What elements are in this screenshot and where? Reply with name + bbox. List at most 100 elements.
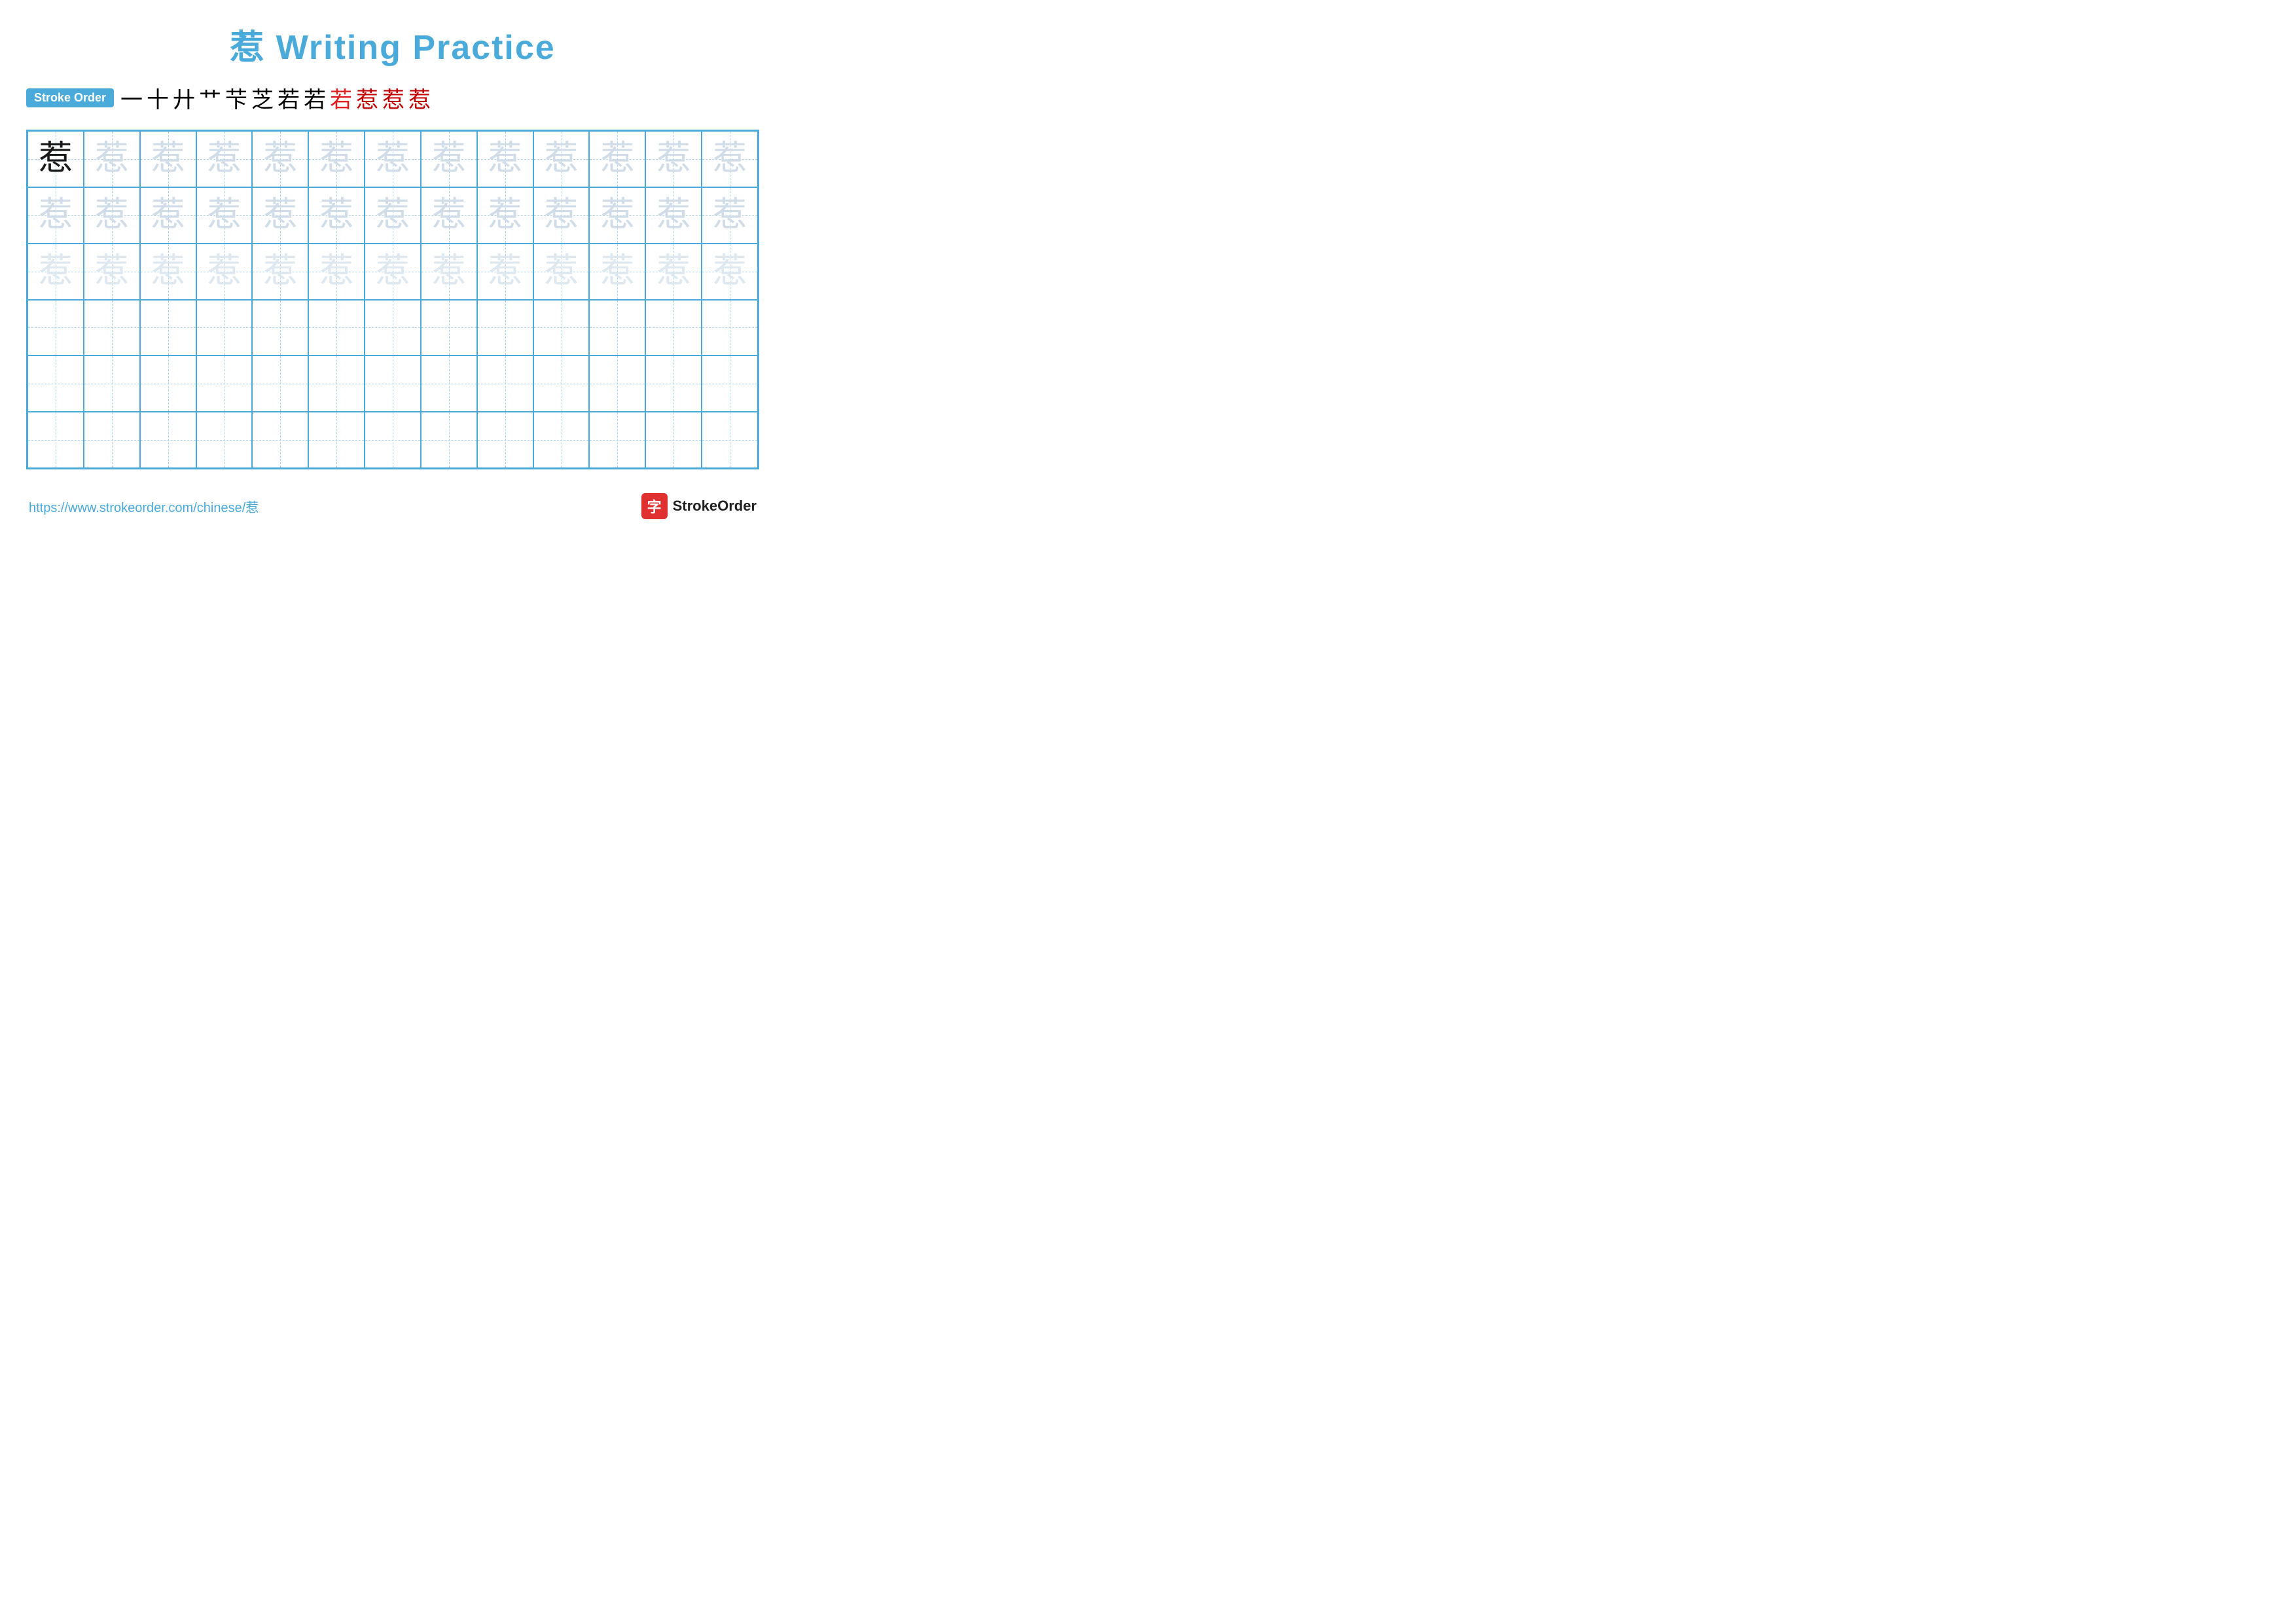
grid-cell[interactable]: 惹 (252, 244, 308, 300)
grid-cell[interactable]: 惹 (645, 131, 702, 187)
grid-cell[interactable] (84, 412, 140, 468)
grid-cell[interactable] (477, 300, 533, 356)
grid-cell[interactable]: 惹 (196, 131, 253, 187)
practice-char: 惹 (207, 142, 241, 176)
grid-cell[interactable] (27, 356, 84, 412)
grid-cell[interactable]: 惹 (702, 187, 758, 244)
grid-cell[interactable]: 惹 (533, 187, 590, 244)
grid-cell[interactable]: 惹 (589, 131, 645, 187)
grid-cell[interactable] (702, 300, 758, 356)
grid-cell[interactable]: 惹 (308, 131, 365, 187)
grid-cell[interactable]: 惹 (702, 244, 758, 300)
grid-cell[interactable]: 惹 (27, 131, 84, 187)
grid-cell[interactable] (645, 356, 702, 412)
grid-cell[interactable] (589, 300, 645, 356)
practice-char: 惹 (319, 198, 353, 232)
stroke-6: 芝 (251, 82, 274, 114)
grid-cell[interactable] (533, 412, 590, 468)
grid-cell[interactable] (421, 412, 477, 468)
grid-cell[interactable] (645, 412, 702, 468)
grid-cell[interactable]: 惹 (27, 187, 84, 244)
grid-cell[interactable]: 惹 (365, 131, 421, 187)
grid-cell[interactable] (365, 356, 421, 412)
practice-char: 惹 (713, 142, 747, 176)
grid-cell[interactable] (533, 356, 590, 412)
grid-cell[interactable] (477, 412, 533, 468)
grid-cell[interactable]: 惹 (477, 187, 533, 244)
grid-cell[interactable]: 惹 (589, 244, 645, 300)
grid-cell[interactable]: 惹 (421, 244, 477, 300)
grid-cell[interactable] (27, 412, 84, 468)
practice-char: 惹 (207, 198, 241, 232)
grid-row-1: 惹 惹 惹 惹 惹 惹 惹 惹 惹 惹 惹 惹 惹 (27, 131, 758, 187)
stroke-3: 廾 (173, 82, 195, 114)
practice-char: 惹 (488, 142, 522, 176)
grid-cell[interactable] (589, 356, 645, 412)
practice-char: 惹 (376, 255, 410, 289)
grid-cell[interactable] (477, 356, 533, 412)
grid-cell[interactable] (702, 412, 758, 468)
practice-char: 惹 (95, 142, 129, 176)
grid-cell[interactable]: 惹 (196, 187, 253, 244)
grid-cell[interactable] (252, 356, 308, 412)
grid-cell[interactable] (308, 412, 365, 468)
grid-cell[interactable]: 惹 (589, 187, 645, 244)
grid-cell[interactable] (252, 412, 308, 468)
grid-cell[interactable]: 惹 (533, 244, 590, 300)
grid-cell[interactable] (196, 412, 253, 468)
practice-char: 惹 (488, 255, 522, 289)
grid-cell[interactable] (196, 300, 253, 356)
grid-cell[interactable]: 惹 (421, 187, 477, 244)
grid-cell[interactable] (589, 412, 645, 468)
grid-cell[interactable] (421, 300, 477, 356)
grid-cell[interactable] (308, 300, 365, 356)
grid-row-3: 惹 惹 惹 惹 惹 惹 惹 惹 惹 惹 惹 惹 惹 (27, 244, 758, 300)
grid-cell[interactable]: 惹 (645, 187, 702, 244)
title-rest: Writing Practice (265, 29, 555, 67)
grid-cell[interactable]: 惹 (533, 131, 590, 187)
grid-cell[interactable] (140, 356, 196, 412)
grid-cell[interactable]: 惹 (702, 131, 758, 187)
grid-cell[interactable]: 惹 (27, 244, 84, 300)
grid-cell[interactable] (140, 300, 196, 356)
grid-cell[interactable] (533, 300, 590, 356)
grid-cell[interactable] (365, 300, 421, 356)
grid-cell[interactable] (84, 300, 140, 356)
stroke-5: 芐 (225, 82, 247, 114)
grid-cell[interactable]: 惹 (196, 244, 253, 300)
grid-cell[interactable] (252, 300, 308, 356)
grid-cell[interactable]: 惹 (365, 187, 421, 244)
grid-cell[interactable] (27, 300, 84, 356)
grid-cell[interactable]: 惹 (140, 131, 196, 187)
grid-cell[interactable] (365, 412, 421, 468)
grid-cell[interactable] (140, 412, 196, 468)
grid-cell[interactable]: 惹 (308, 187, 365, 244)
grid-cell[interactable]: 惹 (365, 244, 421, 300)
grid-cell[interactable] (84, 356, 140, 412)
grid-cell[interactable] (645, 300, 702, 356)
grid-cell[interactable]: 惹 (84, 187, 140, 244)
grid-cell[interactable]: 惹 (140, 244, 196, 300)
grid-cell[interactable] (421, 356, 477, 412)
practice-char: 惹 (600, 255, 634, 289)
practice-char: 惹 (151, 255, 185, 289)
practice-char: 惹 (713, 255, 747, 289)
grid-cell[interactable]: 惹 (645, 244, 702, 300)
grid-cell[interactable] (308, 356, 365, 412)
grid-cell[interactable]: 惹 (477, 244, 533, 300)
grid-cell[interactable]: 惹 (140, 187, 196, 244)
grid-cell[interactable]: 惹 (477, 131, 533, 187)
practice-char: 惹 (376, 142, 410, 176)
grid-cell[interactable]: 惹 (84, 131, 140, 187)
grid-cell[interactable]: 惹 (252, 187, 308, 244)
stroke-4: 艹 (199, 82, 221, 114)
stroke-chars: 一 十 廾 艹 芐 芝 若 若 若 惹 惹 惹 (120, 82, 431, 114)
grid-cell[interactable] (702, 356, 758, 412)
grid-cell[interactable]: 惹 (308, 244, 365, 300)
grid-cell[interactable]: 惹 (84, 244, 140, 300)
grid-cell[interactable]: 惹 (252, 131, 308, 187)
grid-cell[interactable] (196, 356, 253, 412)
grid-cell[interactable]: 惹 (421, 131, 477, 187)
footer-url[interactable]: https://www.strokeorder.com/chinese/惹 (29, 497, 259, 516)
practice-char: 惹 (545, 142, 579, 176)
